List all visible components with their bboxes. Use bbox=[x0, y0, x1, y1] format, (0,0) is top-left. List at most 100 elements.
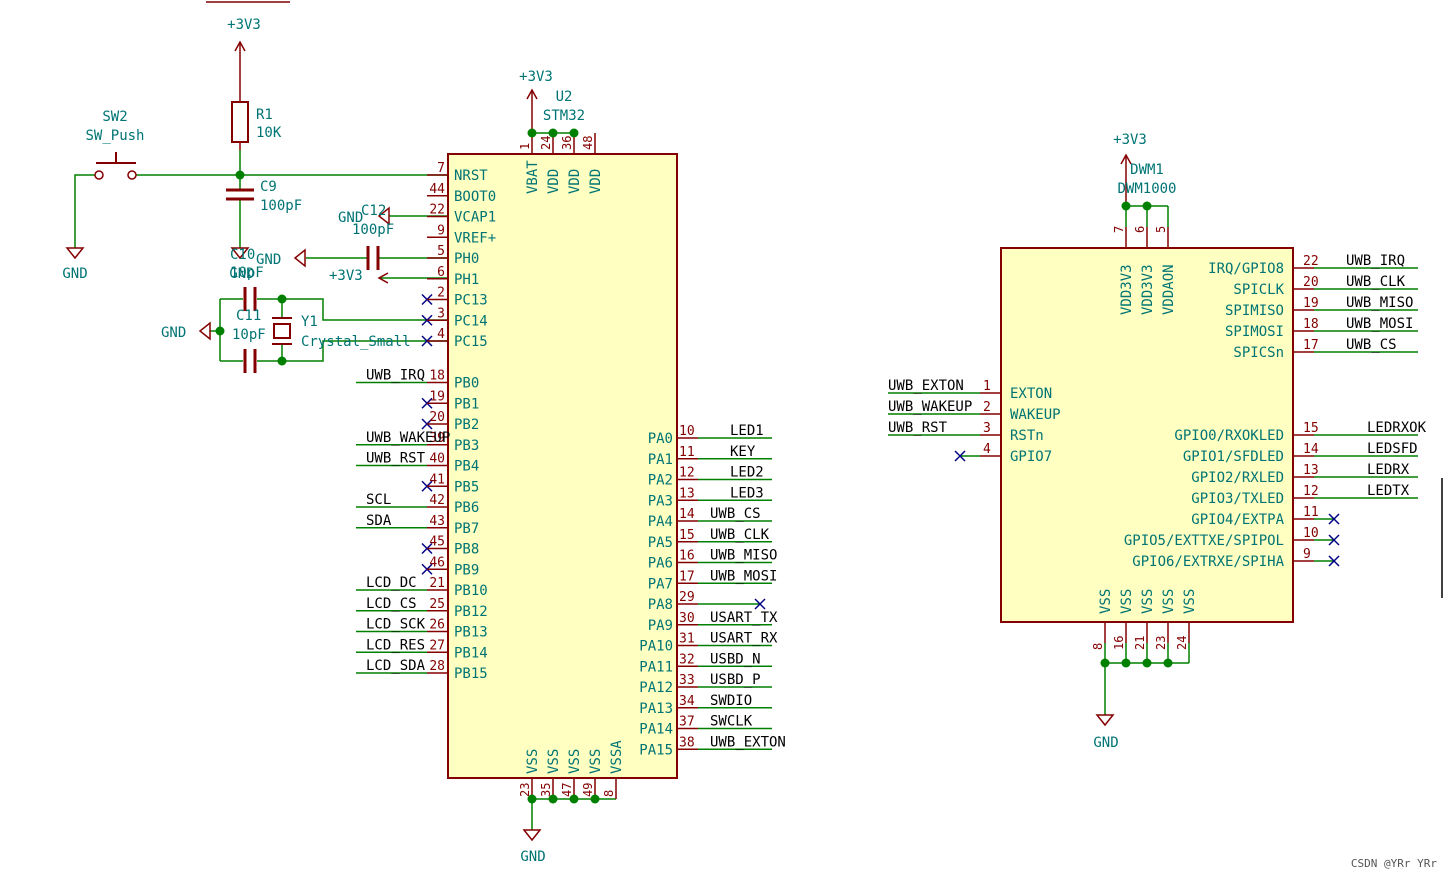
dwm-pin-number: 5 bbox=[1154, 226, 1168, 233]
dwm-pin-name: VSS bbox=[1119, 589, 1135, 614]
dwm-pin-number: 16 bbox=[1112, 636, 1126, 650]
dwm-pin-number: 7 bbox=[1112, 226, 1126, 233]
u2-pin-number: 18 bbox=[429, 369, 445, 384]
junction-dot bbox=[1121, 658, 1131, 668]
u2-pin-name: PC15 bbox=[454, 334, 488, 350]
dwm-net-label: UWB_MISO bbox=[1346, 295, 1413, 311]
u2-pin-number: 42 bbox=[429, 493, 445, 508]
dwm-net-label: UWB_WAKEUP bbox=[888, 399, 972, 415]
u2-pin-number: 4 bbox=[437, 327, 445, 342]
dwm-pin-number: 23 bbox=[1154, 636, 1168, 650]
junction-dot bbox=[277, 356, 287, 366]
u2-net-label: USBD_P bbox=[710, 672, 761, 688]
u2-pin-name: VDD bbox=[546, 169, 562, 194]
dwm-net-label: UWB_CLK bbox=[1346, 274, 1406, 290]
dwm-net-label: UWB_RST bbox=[888, 420, 948, 436]
u2-pin-name: PB5 bbox=[454, 479, 479, 495]
u2-net-label: LCD_SDA bbox=[366, 658, 426, 674]
u2-net-label: UWB_IRQ bbox=[366, 368, 425, 384]
u2-net-label: SWDIO bbox=[710, 693, 752, 709]
u2-pin-number: 21 bbox=[429, 576, 445, 591]
dwm-pin-number: 6 bbox=[1133, 226, 1147, 233]
junction-dot bbox=[1142, 658, 1152, 668]
dwm-pin-name: SPIMISO bbox=[1225, 303, 1284, 319]
u2-pin-name: PA13 bbox=[639, 701, 673, 717]
u2-pin-name: VDD bbox=[567, 169, 583, 194]
u2-pin-number: 46 bbox=[429, 555, 445, 570]
c12-value: 100pF bbox=[352, 222, 394, 238]
dwm-pin-name: VDDAON bbox=[1161, 264, 1177, 315]
u2-pin-number: 32 bbox=[679, 652, 695, 667]
dwm-pin-name: VDD3V3 bbox=[1140, 264, 1156, 315]
c9-ref: C9 bbox=[260, 179, 277, 195]
dwm-pin-number: 3 bbox=[983, 421, 991, 436]
u2-pin-number: 44 bbox=[429, 182, 445, 197]
c10-ref: C10 bbox=[230, 247, 255, 263]
dwm-net-label: UWB_CS bbox=[1346, 337, 1397, 353]
u2-pin-number: 14 bbox=[679, 507, 695, 522]
u2-pin-name: PA3 bbox=[648, 493, 673, 509]
u2-pin-number: 49 bbox=[581, 783, 595, 797]
u2-pin-number: 38 bbox=[679, 735, 695, 750]
u2-pin-number: 7 bbox=[437, 161, 445, 176]
u2-pin-name: VSS bbox=[567, 749, 583, 774]
dwm-pin-name: GPIO7 bbox=[1010, 449, 1052, 465]
dwm-pin-name: GPIO5/EXTTXE/SPIPOL bbox=[1124, 533, 1284, 549]
u2-net-label: LED2 bbox=[730, 465, 764, 481]
dwm-pin-name: SPICLK bbox=[1233, 282, 1284, 298]
u2-pin-name: PA9 bbox=[648, 618, 673, 634]
junction-dot bbox=[1100, 658, 1110, 668]
u2-pin-name: PB12 bbox=[454, 604, 488, 620]
gnd-symbol bbox=[65, 247, 85, 260]
u2-pin-number: 2 bbox=[437, 286, 445, 301]
u2-pin-number: 17 bbox=[679, 569, 695, 584]
junction-dot bbox=[1142, 201, 1152, 211]
u2-net-label: USART_RX bbox=[710, 631, 778, 647]
junction-dot bbox=[527, 128, 537, 138]
u2-net-label: UWB_MOSI bbox=[710, 568, 777, 584]
u2-pin-number: 6 bbox=[437, 265, 445, 280]
u2-pin-number: 43 bbox=[429, 514, 445, 529]
gnd-label-vcap: GND bbox=[256, 252, 281, 268]
u2-pin-name: PA2 bbox=[648, 473, 673, 489]
dwm-pin-number: 1 bbox=[983, 379, 991, 394]
y1-value: Crystal_Small bbox=[301, 334, 411, 350]
u2-net-label: UWB_CS bbox=[710, 506, 761, 522]
r1-ref: R1 bbox=[256, 107, 273, 123]
u2-pin-number: 8 bbox=[602, 790, 616, 797]
gnd-label-stm32: GND bbox=[520, 849, 545, 865]
u2-pin-name: VSS bbox=[588, 749, 604, 774]
dwm-pin-number: 15 bbox=[1303, 421, 1319, 436]
junction-dot bbox=[569, 794, 579, 804]
u2-pin-name: VDD bbox=[588, 169, 604, 194]
u2-pin-number: 34 bbox=[679, 694, 695, 709]
u2-net-label: UWB_CLK bbox=[710, 527, 770, 543]
wire-sw2-gnd bbox=[74, 174, 95, 248]
u2-pin-name: PB14 bbox=[454, 645, 488, 661]
dwm-pin-number: 21 bbox=[1133, 636, 1147, 650]
gnd-symbol bbox=[522, 829, 542, 842]
power-label-stm32: +3V3 bbox=[519, 69, 553, 85]
power-label-top: +3V3 bbox=[227, 17, 261, 33]
u2-net-label: LCD_CS bbox=[366, 596, 417, 612]
gnd-label-sw: GND bbox=[62, 266, 87, 282]
u2-pin-name: PA7 bbox=[648, 576, 673, 592]
dwm-pin-number: 2 bbox=[983, 400, 991, 415]
u2-pin-name: PA14 bbox=[639, 722, 673, 738]
gnd-symbol bbox=[1095, 714, 1115, 727]
sw2-contact bbox=[94, 170, 104, 180]
dwm-pin-name: GPIO1/SFDLED bbox=[1183, 449, 1284, 465]
stm32-symbol: 7 NRST44 BOOT022 VCAP19 VREF+5 PH06 PH12 PC133 P… bbox=[366, 136, 786, 797]
u2-pin-number: 36 bbox=[560, 136, 574, 150]
dwm-net-label: UWB_EXTON bbox=[888, 378, 964, 394]
gnd-symbol bbox=[293, 248, 306, 268]
dwm-pin-number: 18 bbox=[1303, 317, 1319, 332]
u2-pin-number: 33 bbox=[679, 673, 695, 688]
u2-pin-number: 29 bbox=[679, 590, 695, 605]
u2-pin-name: PH1 bbox=[454, 272, 479, 288]
dwm-net-label: LEDRX bbox=[1367, 462, 1410, 478]
u2-pin-name: PB8 bbox=[454, 542, 479, 558]
u2-pin-name: VSSA bbox=[609, 740, 625, 774]
sw2-value: SW_Push bbox=[85, 128, 144, 144]
dwm-pin-number: 19 bbox=[1303, 296, 1319, 311]
